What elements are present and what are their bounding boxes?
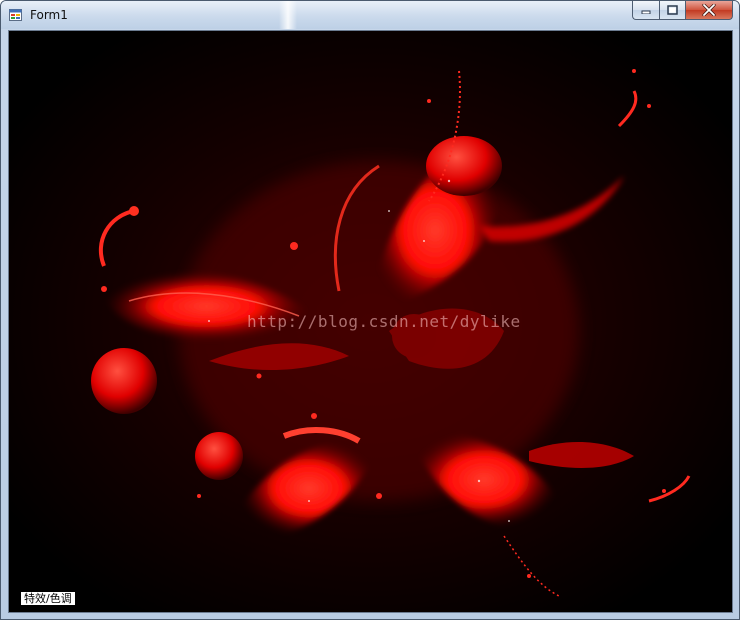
app-form-icon[interactable] [9, 9, 22, 21]
maximize-button[interactable] [659, 1, 685, 20]
title-bar[interactable]: Form1 [1, 1, 739, 29]
close-button[interactable] [685, 1, 733, 20]
maximize-icon [667, 5, 678, 15]
effect-tone-button[interactable]: 特效/色调 [21, 592, 75, 605]
close-icon [702, 4, 716, 16]
title-bar-glow [279, 1, 297, 29]
watermark-text: http://blog.csdn.net/dylike [247, 312, 521, 331]
minimize-button[interactable] [632, 1, 659, 20]
caption-buttons [632, 1, 733, 21]
picture-box: http://blog.csdn.net/dylike 特效/色调 [8, 30, 733, 613]
minimize-icon [641, 10, 651, 14]
window-title: Form1 [30, 8, 68, 22]
form1-window: Form1 http://blog.csdn.net/dylike 特效/色调 [0, 0, 740, 620]
